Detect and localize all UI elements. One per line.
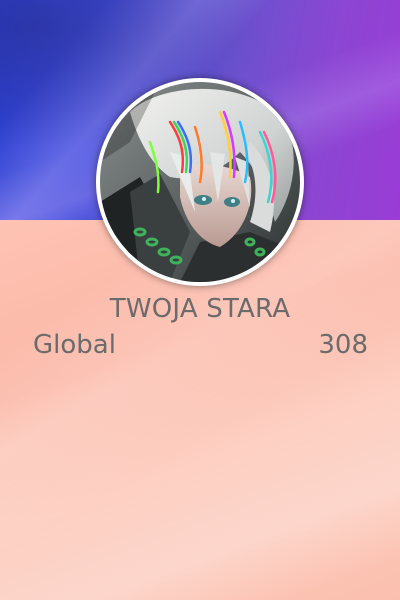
profile-card: TWOJA STARA Global 308 — [0, 0, 400, 600]
avatar-frame — [96, 78, 304, 286]
avatar[interactable] — [100, 82, 300, 282]
rank-label: Global — [33, 330, 116, 360]
avatar-icon — [100, 82, 300, 282]
rank-value: 308 — [318, 330, 368, 360]
username: TWOJA STARA — [109, 294, 291, 324]
